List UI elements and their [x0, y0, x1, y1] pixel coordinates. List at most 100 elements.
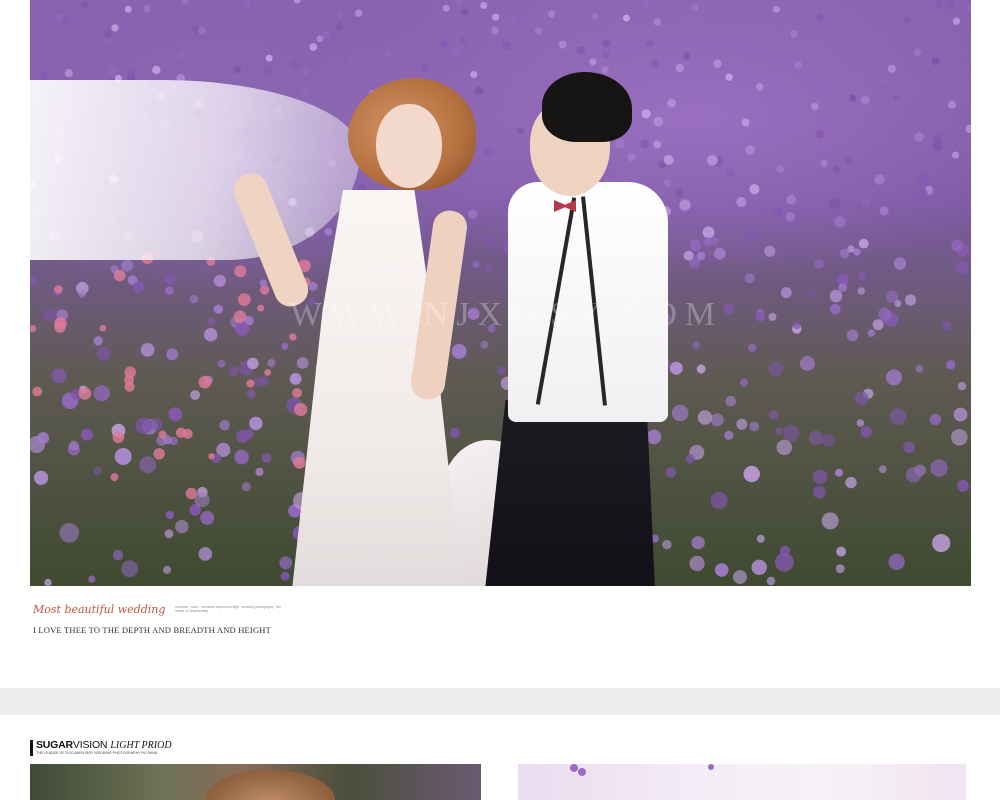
lavender-blossom [880, 76, 889, 85]
lavender-blossom [772, 5, 781, 13]
lavender-blossom [913, 48, 922, 57]
lavender-blossom [510, 17, 518, 25]
lavender-blossom [81, 428, 93, 441]
lavender-blossom [420, 63, 429, 72]
lavender-blossom [915, 365, 923, 373]
lavender-blossom [139, 456, 157, 474]
lavender-blossom [236, 429, 250, 443]
lavender-blossom [692, 4, 699, 12]
lavender-blossom [756, 534, 765, 543]
lavender-blossom [748, 343, 757, 352]
lavender-blossom [696, 251, 706, 261]
lavender-blossom [64, 69, 73, 78]
pink-cosmos-blossom [54, 321, 66, 333]
lavender-blossom [324, 227, 333, 236]
lavender-blossom [743, 465, 760, 483]
lavender-blossom [726, 169, 735, 178]
pink-cosmos-blossom [289, 333, 297, 341]
lavender-blossom [355, 9, 363, 17]
lavender-blossom [749, 184, 760, 195]
pink-cosmos-blossom [264, 369, 271, 376]
lavender-blossom [723, 303, 735, 315]
caption-fine-print: romance · story · moments captured in li… [175, 605, 281, 614]
pink-cosmos-blossom [30, 325, 37, 333]
pink-cosmos-blossom [158, 430, 167, 439]
lavender-blossom [164, 529, 174, 539]
lavender-blossom [713, 59, 722, 68]
lavender-blossom [814, 44, 822, 52]
bridal-veil [30, 80, 360, 260]
pink-cosmos-blossom [233, 310, 247, 324]
pink-cosmos-blossom [54, 285, 63, 294]
lavender-blossom [213, 274, 226, 287]
lavender-blossom [135, 417, 152, 434]
pink-cosmos-blossom [185, 487, 197, 500]
lavender-blossom [768, 362, 784, 377]
lavender-blossom [480, 2, 488, 9]
main-wedding-photo: WWW.NJXWSY.COM [30, 0, 971, 586]
lavender-blossom [207, 317, 216, 326]
lavender-blossom [279, 556, 293, 570]
lavender-blossom [935, 1, 943, 8]
pink-cosmos-blossom [78, 387, 92, 400]
lavender-blossom [316, 35, 324, 43]
lavender-blossom [614, 138, 625, 149]
lavender-blossom [69, 440, 79, 451]
lavender-blossom [816, 13, 824, 21]
lavender-blossom [903, 441, 915, 453]
lavender-blossom [178, 51, 186, 60]
lavender-blossom [491, 26, 499, 35]
pink-cosmos-blossom [246, 379, 255, 388]
lavender-blossom [235, 321, 250, 336]
brand-name-strong: SUGAR [36, 739, 73, 751]
lavender-blossom [888, 553, 905, 570]
lavender-blossom [204, 328, 218, 342]
lavender-blossom [200, 510, 215, 525]
lavender-blossom [280, 571, 290, 581]
lavender-blossom [828, 198, 841, 210]
lavender-blossom [335, 23, 343, 31]
bride-hair [205, 770, 335, 800]
lavender-blossom [917, 188, 928, 199]
lavender-blossom [682, 52, 691, 61]
lavender-blossom [894, 300, 902, 307]
lavender-blossom [650, 59, 660, 68]
lavender-blossom [322, 30, 331, 38]
lavender-blossom [37, 432, 50, 444]
lavender-blossom [846, 329, 859, 342]
brand-subtitle: THE LEADER OF DOCUMENTARY WEDDING PHOTOG… [36, 751, 158, 755]
pink-cosmos-blossom [113, 269, 126, 282]
lavender-blossom [78, 289, 86, 298]
lavender-blossom [710, 491, 728, 510]
lavender-blossom [878, 307, 892, 322]
lavender-blossom [480, 340, 489, 349]
photo-caption: Most beautiful wedding romance · story ·… [33, 600, 287, 635]
lavender-blossom [622, 14, 630, 22]
lavender-blossom [794, 61, 803, 69]
lavender-blossom [264, 67, 273, 76]
lavender-blossom [832, 166, 841, 174]
lavender-blossom [952, 151, 960, 159]
lavender-blossom [780, 287, 792, 299]
bride-face [376, 104, 442, 188]
lavender-blossom [679, 199, 691, 211]
lavender-blossom [878, 465, 887, 474]
lavender-blossom [874, 174, 885, 185]
lavender-blossom [815, 129, 824, 139]
pink-cosmos-blossom [110, 473, 119, 482]
lavender-blossom [255, 467, 264, 477]
lavender-blossom [198, 26, 206, 35]
lavender-blossom [775, 427, 783, 435]
lavender-blossom [849, 94, 857, 102]
lavender-blossom [955, 261, 969, 274]
lavender-blossom [839, 248, 850, 259]
flower-sprig [578, 768, 586, 776]
lavender-blossom [602, 39, 611, 48]
lavender-blossom [829, 303, 841, 315]
lavender-blossom [302, 68, 310, 76]
lavender-blossom [845, 476, 857, 489]
lavender-blossom [653, 116, 664, 127]
caption-tagline: I LOVE THEE TO THE DEPTH AND BREADTH AND… [33, 625, 272, 635]
lavender-blossom [383, 49, 392, 57]
lavender-blossom [111, 24, 119, 32]
